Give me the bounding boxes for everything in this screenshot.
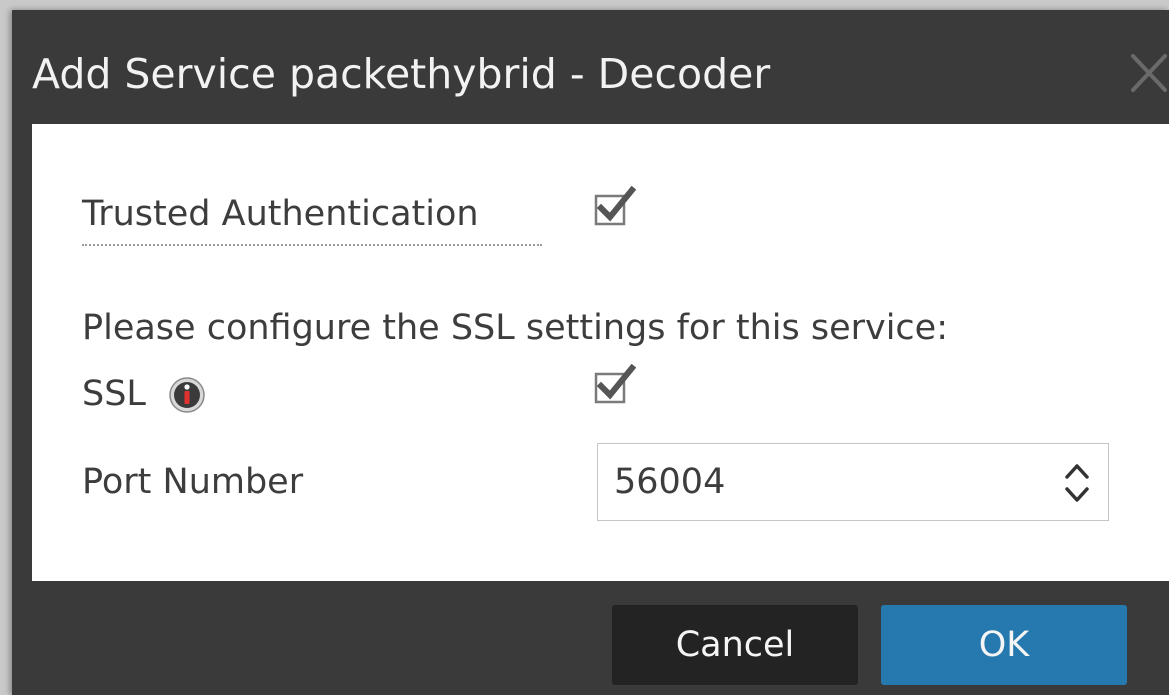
trusted-authentication-tooltip-underline [82,244,542,246]
port-number-input[interactable]: 56004 [597,443,1109,521]
spinner-updown-icon[interactable] [1062,458,1092,508]
close-icon[interactable] [1129,48,1169,98]
ok-button[interactable]: OK [881,605,1127,685]
port-number-value[interactable]: 56004 [614,460,725,504]
info-icon[interactable] [168,376,206,414]
dialog-content: Trusted Authentication Please configure … [32,124,1169,581]
dialog-titlebar: Add Service packethybrid - Decoder [12,10,1169,124]
ssl-instructions: Please configure the SSL settings for th… [82,308,948,348]
ssl-label: SSL [82,374,146,414]
trusted-authentication-label: Trusted Authentication [82,194,479,234]
trusted-authentication-checkbox[interactable] [592,185,637,230]
port-number-label: Port Number [82,462,304,502]
add-service-dialog: Add Service packethybrid - Decoder Trust… [12,10,1169,695]
dialog-title: Add Service packethybrid - Decoder [32,50,771,98]
ssl-checkbox[interactable] [592,363,637,408]
cancel-button[interactable]: Cancel [612,605,858,685]
